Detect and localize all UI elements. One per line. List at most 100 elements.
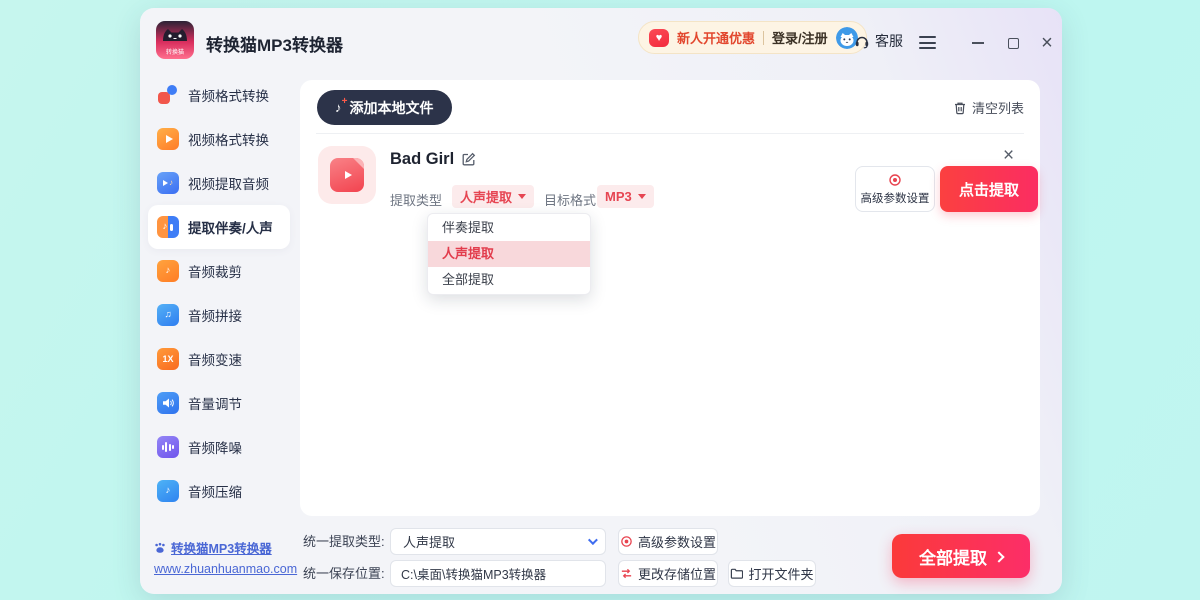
swap-icon — [620, 567, 633, 580]
target-format-value: MP3 — [605, 189, 632, 204]
sidebar-item-audio-splice[interactable]: ♫ 音频拼接 — [148, 293, 290, 337]
sidebar-item-label: 视频提取音频 — [188, 173, 269, 193]
extract-type-label: 提取类型 — [390, 190, 442, 209]
chevron-down-icon — [588, 535, 598, 545]
menu-button[interactable] — [919, 36, 936, 53]
extract-button-label: 点击提取 — [959, 179, 1019, 200]
service-label: 客服 — [875, 31, 903, 51]
open-folder-button[interactable]: 打开文件夹 — [728, 560, 816, 587]
pill-divider — [763, 31, 764, 45]
audio-speed-icon: 1X — [157, 348, 179, 370]
main-panel: ♪+ 添加本地文件 清空列表 Bad Girl — [300, 80, 1040, 516]
audio-trim-icon: ♪ — [157, 260, 179, 282]
audio-format-icon — [157, 84, 179, 106]
sidebar-item-audio-format[interactable]: 音频格式转换 — [148, 73, 290, 117]
extract-type-value: 人声提取 — [460, 187, 512, 206]
video-format-icon — [157, 128, 179, 150]
sidebar-item-volume-adjust[interactable]: 音量调节 — [148, 381, 290, 425]
unified-extract-type-select[interactable]: 人声提取 — [390, 528, 606, 555]
file-name-row: Bad Girl — [390, 150, 476, 169]
unified-extract-type-label: 统一提取类型: — [303, 528, 385, 555]
target-format-label: 目标格式 — [544, 190, 596, 209]
file-thumbnail — [318, 146, 376, 204]
site-name-link[interactable]: 转换猫MP3转换器 — [154, 538, 272, 557]
app-logo-icon: 转换猫 — [156, 21, 194, 59]
compress-icon: ♪ — [157, 480, 179, 502]
dropdown-option-vocal[interactable]: 人声提取 — [428, 241, 590, 267]
sidebar-item-audio-denoise[interactable]: 音频降噪 — [148, 425, 290, 469]
sidebar-item-video-extract-audio[interactable]: ♪ 视频提取音频 — [148, 161, 290, 205]
divider — [316, 133, 1024, 134]
change-location-label: 更改存储位置 — [638, 564, 716, 583]
extract-all-label: 全部提取 — [919, 544, 987, 569]
sidebar-item-audio-compress[interactable]: ♪ 音频压缩 — [148, 469, 290, 513]
dropdown-option-all[interactable]: 全部提取 — [428, 267, 590, 293]
sidebar-item-label: 提取伴奏/人声 — [188, 217, 273, 237]
change-location-button[interactable]: 更改存储位置 — [618, 560, 718, 587]
advanced-settings-label: 高级参数设置 — [861, 190, 930, 206]
sidebar-item-extract-vocal[interactable]: ♪ 提取伴奏/人声 — [148, 205, 290, 249]
edit-icon[interactable] — [461, 152, 476, 167]
unified-extract-type-value: 人声提取 — [403, 532, 455, 551]
sidebar: 音频格式转换 视频格式转换 ♪ 视频提取音频 ♪ 提取伴奏/人声 ♪ 音频裁剪 … — [148, 73, 290, 513]
minimize-button[interactable] — [967, 32, 989, 54]
sidebar-item-label: 音频变速 — [188, 349, 242, 369]
extract-vocal-icon: ♪ — [157, 216, 179, 238]
settings-target-icon — [620, 535, 633, 548]
footer-advanced-settings-button[interactable]: 高级参数设置 — [618, 528, 718, 555]
chevron-right-icon — [993, 551, 1004, 562]
extract-all-button[interactable]: 全部提取 — [892, 534, 1030, 578]
chevron-down-icon — [638, 194, 646, 199]
sidebar-item-label: 音频压缩 — [188, 481, 242, 501]
settings-target-icon — [888, 173, 902, 187]
video-extract-audio-icon: ♪ — [157, 172, 179, 194]
heart-icon: ♥ — [649, 29, 669, 47]
sidebar-item-label: 视频格式转换 — [188, 129, 269, 149]
remove-file-button[interactable]: × — [1003, 146, 1014, 165]
svg-text:转换猫: 转换猫 — [166, 48, 184, 56]
clear-list-label: 清空列表 — [972, 98, 1024, 117]
sidebar-item-label: 音频裁剪 — [188, 261, 242, 281]
folder-icon — [730, 567, 743, 580]
trash-icon — [953, 101, 967, 115]
sidebar-item-label: 音频拼接 — [188, 305, 242, 325]
app-window: 转换猫 转换猫MP3转换器 ♥ 新人开通优惠 登录/注册 — [140, 8, 1062, 594]
sidebar-item-audio-speed[interactable]: 1X 音频变速 — [148, 337, 290, 381]
denoise-icon — [157, 436, 179, 458]
open-folder-label: 打开文件夹 — [748, 564, 813, 583]
maximize-button[interactable] — [1002, 32, 1024, 54]
file-name: Bad Girl — [390, 150, 454, 169]
add-music-icon: ♪+ — [335, 100, 342, 115]
add-button-label: 添加本地文件 — [350, 98, 434, 118]
promo-pill[interactable]: ♥ 新人开通优惠 登录/注册 — [638, 21, 867, 54]
login-register-link[interactable]: 登录/注册 — [772, 28, 828, 47]
dropdown-option-accompaniment[interactable]: 伴奏提取 — [428, 215, 590, 241]
add-local-file-button[interactable]: ♪+ 添加本地文件 — [317, 90, 452, 125]
advanced-settings-button[interactable]: 高级参数设置 — [855, 166, 935, 212]
sidebar-item-audio-trim[interactable]: ♪ 音频裁剪 — [148, 249, 290, 293]
headset-icon — [854, 33, 870, 49]
sidebar-item-video-format[interactable]: 视频格式转换 — [148, 117, 290, 161]
audio-file-icon — [330, 158, 364, 192]
sidebar-item-label: 音频降噪 — [188, 437, 242, 457]
extract-type-dropdown: 伴奏提取 人声提取 全部提取 — [427, 213, 591, 295]
audio-splice-icon: ♫ — [157, 304, 179, 326]
unified-save-path-label: 统一保存位置: — [303, 560, 385, 587]
sidebar-item-label: 音量调节 — [188, 393, 242, 413]
promo-link[interactable]: 新人开通优惠 — [677, 28, 755, 47]
extract-button[interactable]: 点击提取 — [940, 166, 1038, 212]
site-url-link[interactable]: www.zhuanhuanmao.com — [154, 562, 297, 576]
sidebar-item-label: 音频格式转换 — [188, 85, 269, 105]
cat-paw-icon — [154, 542, 166, 554]
volume-icon — [157, 392, 179, 414]
save-path-input[interactable] — [390, 560, 606, 587]
target-format-select[interactable]: MP3 — [597, 185, 654, 208]
customer-service-button[interactable]: 客服 — [854, 31, 903, 51]
app-title: 转换猫MP3转换器 — [206, 31, 343, 56]
clear-list-button[interactable]: 清空列表 — [953, 98, 1024, 117]
site-name-label[interactable]: 转换猫MP3转换器 — [171, 538, 272, 557]
chevron-down-icon — [518, 194, 526, 199]
footer-advanced-settings-label: 高级参数设置 — [638, 532, 716, 551]
close-window-button[interactable]: × — [1036, 32, 1058, 54]
extract-type-select[interactable]: 人声提取 — [452, 185, 534, 208]
